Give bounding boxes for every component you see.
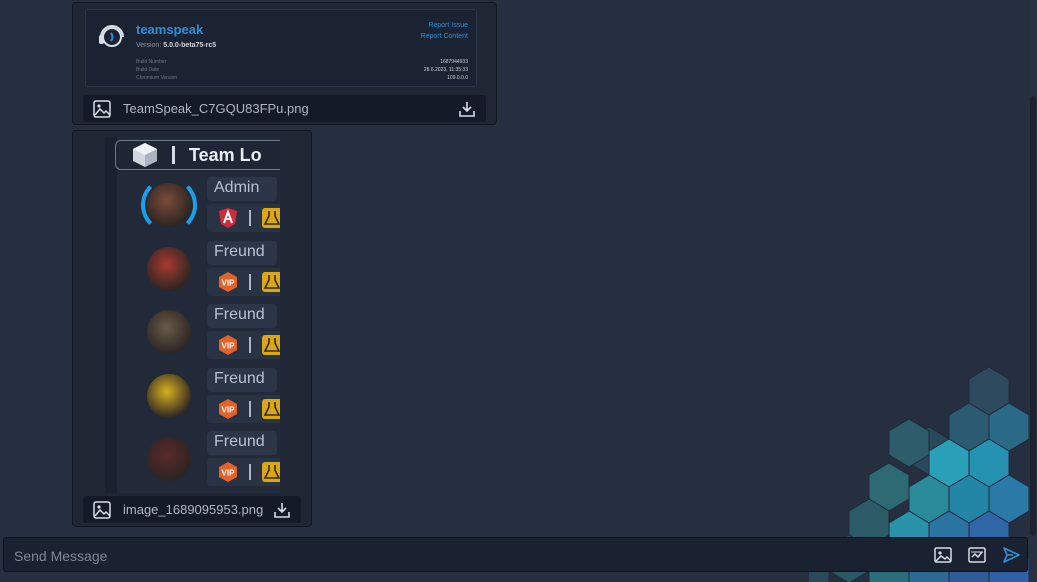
role-label: Freund (207, 431, 277, 455)
badge-row: VIP (207, 394, 280, 423)
attachment-card: Team Lo Admin Freund VIP Freund VIP Freund VIP… (72, 130, 312, 527)
scrollbar-track[interactable] (1029, 0, 1037, 582)
send-icon[interactable] (1001, 545, 1021, 565)
member-row: Admin (105, 177, 280, 235)
flask-badge-icon (262, 462, 280, 482)
teamspeak-brand: teamspeak (136, 22, 204, 37)
svg-text:VIP: VIP (222, 278, 236, 287)
avatar (147, 437, 191, 481)
scrollbar-thumb[interactable] (1030, 96, 1036, 536)
vip-badge-icon: VIP (219, 335, 237, 355)
admin-badge-icon (219, 208, 237, 228)
build-meta-values: 1687944933 28.6.2023, 11:35:33 109.0.0.0 (423, 59, 468, 81)
member-row: Freund VIP (105, 367, 280, 426)
flask-badge-icon (262, 271, 280, 292)
svg-text:VIP: VIP (222, 405, 236, 414)
vip-badge-icon: VIP (219, 462, 237, 482)
file-name: TeamSpeak_C7GQU83FPu.png (123, 101, 309, 116)
svg-text:VIP: VIP (222, 469, 236, 478)
member-row: Freund VIP (105, 304, 280, 362)
image-file-icon (93, 99, 111, 118)
role-label: Freund (207, 367, 277, 392)
image-file-icon (93, 500, 111, 519)
attachment-card: teamspeak Version: 5.0.0-beta75-rc5 Buil… (72, 2, 497, 125)
file-info-bar: image_1689095953.png (83, 496, 301, 523)
avatar (147, 310, 191, 354)
team-title: Team Lo (189, 144, 262, 165)
gif-icon[interactable] (967, 545, 987, 565)
file-info-bar: TeamSpeak_C7GQU83FPu.png (83, 95, 486, 122)
avatar (147, 373, 191, 418)
message-composer (3, 537, 1028, 573)
message-input[interactable] (14, 538, 894, 573)
attachment-image-preview[interactable]: Team Lo Admin Freund VIP Freund VIP Freund VIP… (105, 137, 280, 493)
report-issue-link[interactable]: Report Issue (421, 20, 468, 31)
version-text: Version: 5.0.0-beta75-rc5 (136, 42, 217, 49)
role-label: Admin (207, 177, 277, 201)
role-label: Freund (207, 240, 277, 265)
member-row: Freund VIP (105, 431, 280, 489)
attachment-image-preview[interactable]: teamspeak Version: 5.0.0-beta75-rc5 Buil… (85, 9, 477, 87)
member-row: Freund VIP (105, 240, 280, 299)
avatar (147, 246, 191, 291)
role-label: Freund (207, 304, 277, 328)
file-name: image_1689095953.png (123, 502, 264, 517)
badge-row (207, 204, 280, 232)
avatar (147, 183, 191, 227)
report-content-link[interactable]: Report Content (421, 31, 468, 42)
report-links: Report Issue Report Content (421, 20, 468, 42)
svg-text:VIP: VIP (222, 342, 236, 351)
build-meta-labels: Build Number Build Date Chromium Version (136, 59, 178, 81)
badge-row: VIP (207, 267, 280, 296)
image-icon[interactable] (933, 545, 953, 565)
download-icon[interactable] (273, 501, 291, 519)
flask-badge-icon (262, 398, 280, 419)
badge-row: VIP (207, 331, 280, 359)
badge-row: VIP (207, 458, 280, 486)
vip-badge-icon: VIP (219, 271, 237, 292)
cube-logo-icon (133, 143, 157, 167)
flask-badge-icon (262, 335, 280, 355)
download-icon[interactable] (458, 100, 476, 118)
team-header: Team Lo (115, 140, 280, 170)
flask-badge-icon (262, 208, 280, 228)
vip-badge-icon: VIP (219, 398, 237, 419)
teamspeak-logo-icon (99, 25, 124, 47)
